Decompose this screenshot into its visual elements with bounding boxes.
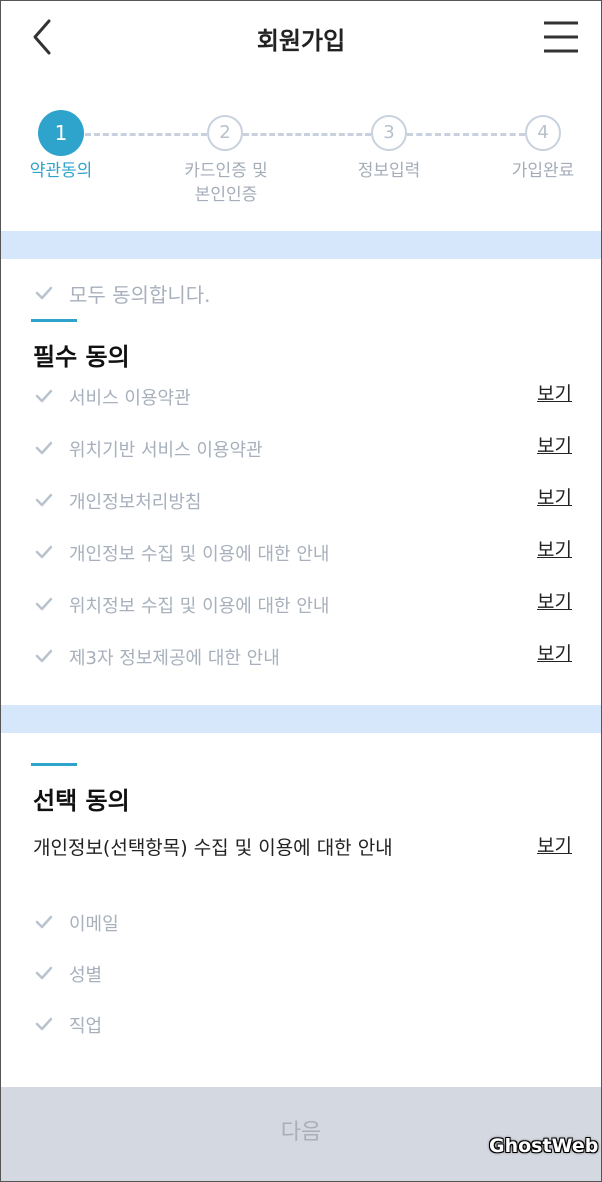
section-accent <box>31 319 77 322</box>
hamburger-menu-icon <box>544 21 578 53</box>
app-header: 회원가입 <box>1 1 601 75</box>
watermark: GhostWeb <box>489 1135 599 1157</box>
signup-stepper: 1 2 3 4 약관동의 카드인증 및 본인인증 정보입력 가입완료 <box>1 101 601 221</box>
list-item[interactable]: 제3자 정보제공에 대한 안내 <box>31 641 501 671</box>
view-link[interactable]: 보기 <box>537 483 572 510</box>
optional-item-label: 성별 <box>69 965 103 986</box>
step-1-label: 약관동의 <box>29 161 93 181</box>
list-item[interactable]: 성별 <box>31 958 331 988</box>
check-icon <box>35 493 53 507</box>
required-item-label: 개인정보 수집 및 이용에 대한 안내 <box>69 544 330 565</box>
optional-item-label: 직업 <box>69 1016 103 1037</box>
required-section-title: 필수 동의 <box>33 343 130 371</box>
check-icon <box>35 649 53 663</box>
check-icon <box>35 286 53 300</box>
step-2-circle: 2 <box>207 115 243 151</box>
view-link[interactable]: 보기 <box>537 535 572 562</box>
view-link[interactable]: 보기 <box>537 587 572 614</box>
section-accent <box>31 763 77 766</box>
list-item[interactable]: 직업 <box>31 1009 331 1039</box>
list-item[interactable]: 위치기반 서비스 이용약관 <box>31 433 501 463</box>
agree-all-row[interactable]: 모두 동의합니다. <box>31 277 331 309</box>
menu-button[interactable] <box>541 19 581 55</box>
list-item[interactable]: 서비스 이용약관 <box>31 381 501 411</box>
list-item[interactable]: 개인정보 수집 및 이용에 대한 안내 <box>31 537 501 567</box>
list-item[interactable]: 이메일 <box>31 907 331 937</box>
section-divider <box>1 705 601 733</box>
signup-screen: 회원가입 1 2 3 4 약관동의 카드인증 및 본인인증 정보입력 가입완료 … <box>0 0 602 1182</box>
check-icon <box>35 1017 53 1031</box>
required-item-label: 위치정보 수집 및 이용에 대한 안내 <box>69 596 330 617</box>
step-connector <box>407 133 525 136</box>
required-item-label: 제3자 정보제공에 대한 안내 <box>69 648 280 669</box>
step-4-circle: 4 <box>525 115 561 151</box>
check-icon <box>35 966 53 980</box>
required-item-label: 개인정보처리방침 <box>69 492 202 513</box>
optional-notice: 개인정보(선택항목) 수집 및 이용에 대한 안내 <box>33 837 393 859</box>
check-icon <box>35 597 53 611</box>
list-item[interactable]: 위치정보 수집 및 이용에 대한 안내 <box>31 589 501 619</box>
step-4-label: 가입완료 <box>511 161 575 181</box>
list-item[interactable]: 개인정보처리방침 <box>31 485 501 515</box>
view-link[interactable]: 보기 <box>537 431 572 458</box>
step-1-circle: 1 <box>38 110 84 156</box>
check-icon <box>35 389 53 403</box>
step-3-circle: 3 <box>371 115 407 151</box>
view-link[interactable]: 보기 <box>537 639 572 666</box>
required-item-label: 서비스 이용약관 <box>69 388 191 409</box>
step-3-label: 정보입력 <box>357 161 421 181</box>
required-item-label: 위치기반 서비스 이용약관 <box>69 440 263 461</box>
optional-section-title: 선택 동의 <box>33 787 130 815</box>
check-icon <box>35 545 53 559</box>
section-divider <box>1 231 601 259</box>
check-icon <box>35 441 53 455</box>
page-title: 회원가입 <box>256 27 346 55</box>
agree-all-label: 모두 동의합니다. <box>69 283 211 307</box>
view-link[interactable]: 보기 <box>537 831 572 858</box>
optional-item-label: 이메일 <box>69 914 119 935</box>
check-icon <box>35 915 53 929</box>
step-connector <box>85 133 207 136</box>
step-2-label: 카드인증 및 본인인증 <box>184 161 268 205</box>
step-connector <box>243 133 371 136</box>
view-link[interactable]: 보기 <box>537 379 572 406</box>
